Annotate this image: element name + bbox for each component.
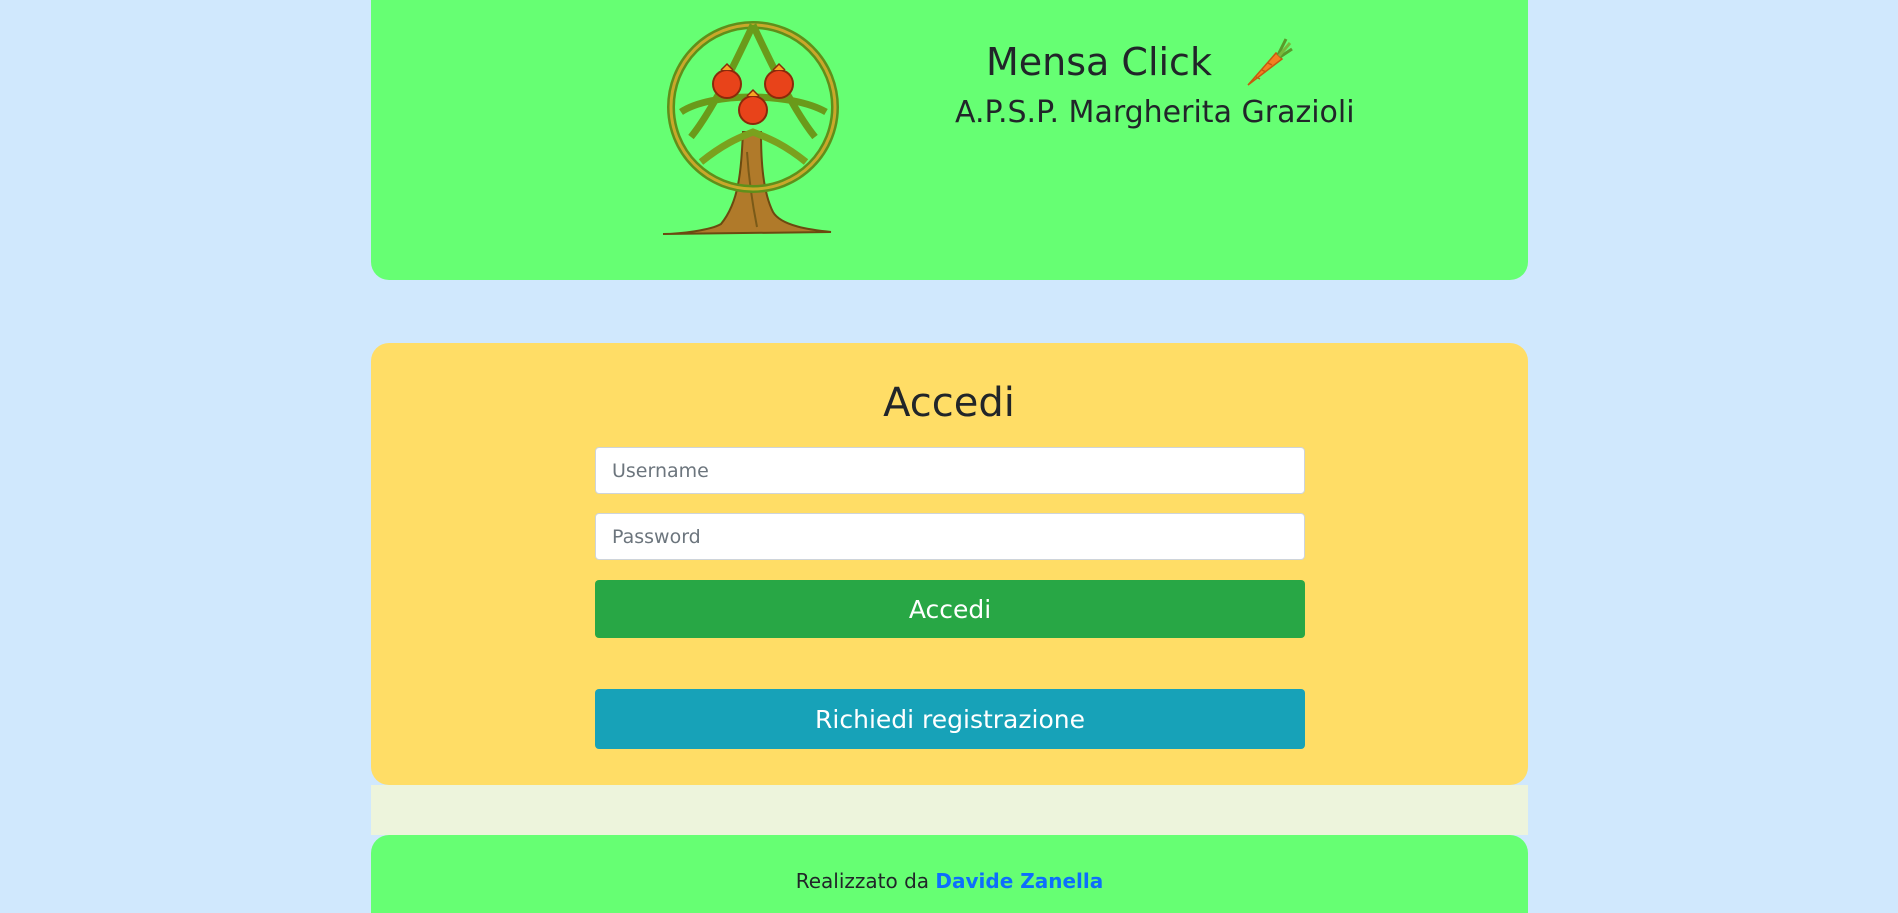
login-title: Accedi <box>883 380 1015 426</box>
tree-logo-icon <box>662 21 839 235</box>
password-input[interactable] <box>595 513 1305 560</box>
organization-name: A.P.S.P. Margherita Grazioli <box>955 95 1355 130</box>
header-banner: Mensa Click A.P.S.P. Margherita Grazioli <box>371 0 1528 280</box>
footer-credit: Realizzato da Davide Zanella <box>371 869 1528 893</box>
footer: Realizzato da Davide Zanella <box>371 835 1528 913</box>
app-title: Mensa Click <box>986 40 1212 84</box>
author-link[interactable]: Davide Zanella <box>935 869 1103 893</box>
carrot-icon <box>1247 38 1293 86</box>
login-submit-button[interactable]: Accedi <box>595 580 1305 638</box>
spacer-strip <box>371 785 1528 835</box>
request-registration-button[interactable]: Richiedi registrazione <box>595 689 1305 749</box>
title-row: Mensa Click <box>986 32 1294 92</box>
footer-prefix: Realizzato da <box>795 869 930 893</box>
username-input[interactable] <box>595 447 1305 494</box>
